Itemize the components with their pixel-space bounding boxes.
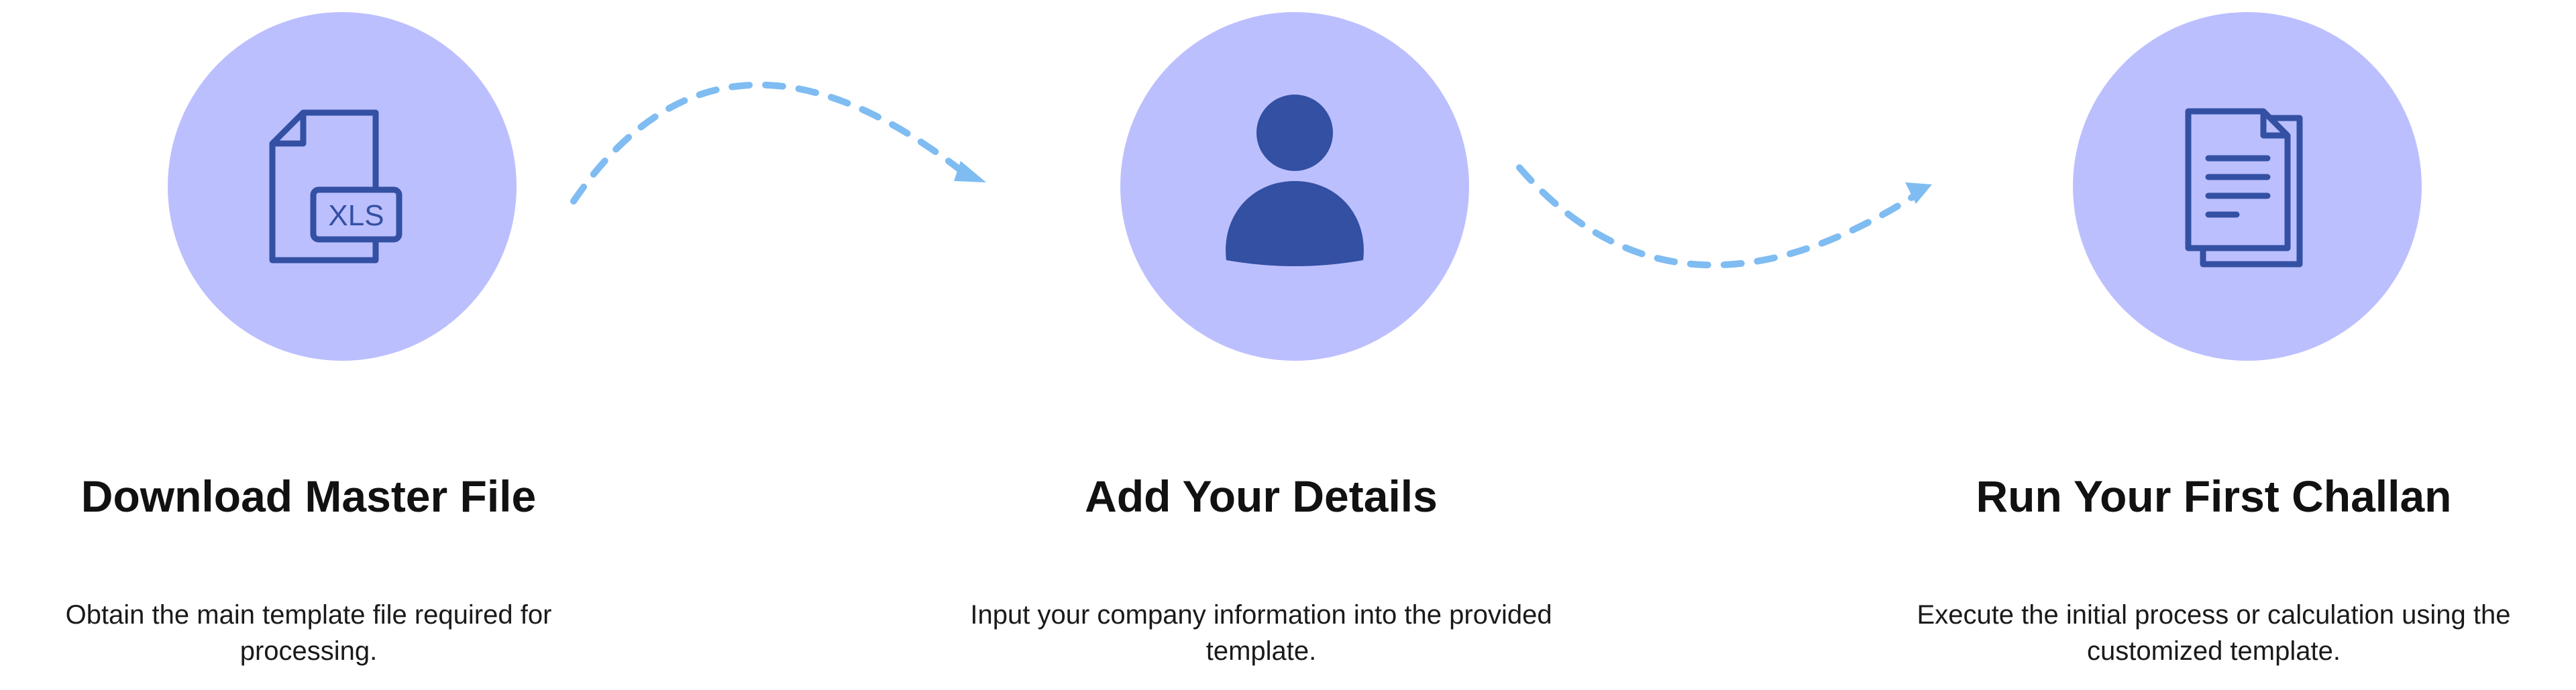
step-title: Run Your First Challan: [1976, 471, 2452, 521]
step-circle: XLS: [168, 12, 517, 361]
step-circle: [1120, 12, 1469, 361]
xls-file-icon: XLS: [269, 109, 402, 264]
user-icon: [1226, 95, 1364, 266]
desc-line: processing.: [239, 636, 378, 666]
step-description: Input your company information into the …: [926, 597, 1597, 669]
step-description: Execute the initial process or calculati…: [1878, 597, 2549, 669]
step-add-your-details: Add Your Details Input your company info…: [892, 0, 1630, 690]
desc-line: customized template.: [2087, 636, 2341, 666]
step-description: Obtain the main template file required f…: [0, 597, 644, 669]
documents-icon: [2185, 108, 2303, 268]
desc-line: Obtain the main template file required f…: [65, 600, 552, 630]
step-title: Download Master File: [80, 471, 537, 521]
desc-line: Input your company information into the …: [970, 600, 1552, 630]
step-download-master-file: XLS Download Master File Obtain the main…: [0, 0, 678, 690]
desc-line: template.: [1205, 636, 1317, 666]
step-run-first-challan: Run Your First Challan Execute the initi…: [1845, 0, 2576, 690]
step-title: Add Your Details: [1085, 471, 1438, 521]
desc-line: Execute the initial process or calculati…: [1917, 600, 2511, 630]
xls-label: XLS: [328, 199, 384, 232]
step-circle: [2073, 12, 2422, 361]
